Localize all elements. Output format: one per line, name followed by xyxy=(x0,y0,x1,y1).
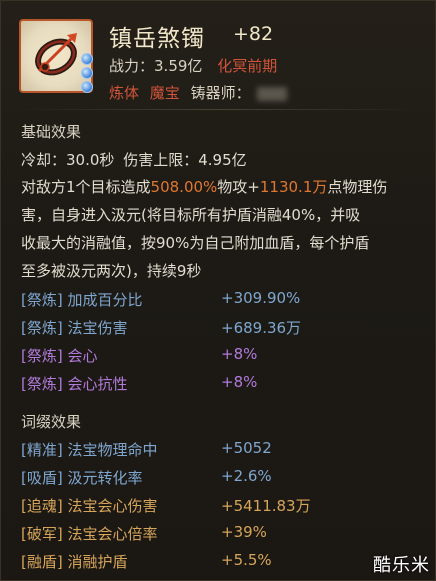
refine-name: 法宝伤害 xyxy=(67,319,128,337)
type-tag-magic: 魔宝 xyxy=(149,84,180,102)
refine-row: [祭炼] 会心抗性 +8% xyxy=(21,373,257,394)
cooldown-value: 30.0秒 xyxy=(66,151,115,169)
refine-tag: [祭炼] xyxy=(21,347,63,365)
affix-row: [破军] 法宝会心倍率 +39% xyxy=(21,523,267,544)
affix-tag: [精准] xyxy=(21,441,63,459)
power-label: 战力： xyxy=(109,57,155,75)
affix-row: [追魂] 法宝会心伤害 +5411.83万 xyxy=(21,495,311,516)
refine-row: [祭炼] 法宝伤害 +689.36万 xyxy=(21,317,301,338)
affix-tag: [破军] xyxy=(21,525,63,543)
skill-desc-line: 收最大的消融值，按90%为自己附加血盾，每个护盾 xyxy=(21,234,370,252)
power-row: 战力：3.59亿 化冥前期 xyxy=(109,55,277,76)
forger-label: 铸器师： xyxy=(190,84,251,102)
refine-tag: [祭炼] xyxy=(21,291,63,309)
affix-name: 消融护盾 xyxy=(67,553,128,571)
bracelet-icon xyxy=(35,33,77,76)
divider xyxy=(13,109,425,110)
affix-name: 汲元转化率 xyxy=(67,469,143,487)
cooldown-line: 冷却：30.0秒 伤害上限：4.95亿 xyxy=(21,149,247,170)
skill-desc-value: 1130.1万 xyxy=(259,178,328,196)
affix-value: +5411.83万 xyxy=(221,497,311,515)
damage-cap-label: 伤害上限： xyxy=(123,151,199,169)
gem-icon xyxy=(81,81,93,93)
forger-name-redacted xyxy=(256,86,287,101)
refine-row: [祭炼] 加成百分比 +309.90% xyxy=(21,289,300,310)
affix-name: 法宝会心伤害 xyxy=(67,497,158,515)
item-level: +82 xyxy=(233,23,274,45)
realm-label: 化冥前期 xyxy=(217,57,278,75)
refine-name: 会心 xyxy=(67,347,98,365)
item-name: 镇岳煞镯 xyxy=(109,26,205,52)
basic-section-title: 基础效果 xyxy=(21,123,82,141)
skill-desc-line: 对敌方1个目标造成508.00%物攻+1130.1万点物理伤 xyxy=(21,176,387,197)
tag-row: 炼体 魔宝 铸器师： xyxy=(109,82,287,103)
refine-value: +8% xyxy=(221,373,258,391)
skill-desc-percent: 508.00% xyxy=(150,178,218,196)
refine-tag: [祭炼] xyxy=(21,319,63,337)
refine-row: [祭炼] 会心 +8% xyxy=(21,345,257,366)
affix-tag: [追魂] xyxy=(21,497,63,515)
affix-value: +5052 xyxy=(221,439,272,457)
skill-desc-text: 对敌方1个目标造成 xyxy=(21,178,151,196)
affix-tag: [吸盾] xyxy=(21,469,63,487)
affix-name: 法宝物理命中 xyxy=(67,441,158,459)
refine-name: 会心抗性 xyxy=(67,375,128,393)
skill-desc-text: 点物理伤 xyxy=(327,178,388,196)
affix-value: +5.5% xyxy=(221,551,272,569)
refine-value: +689.36万 xyxy=(221,319,302,337)
type-tag-body: 炼体 xyxy=(109,84,140,102)
affix-row: [融盾] 消融护盾 +5.5% xyxy=(21,551,272,572)
affix-tag: [融盾] xyxy=(21,553,63,571)
skill-desc-line: 至多被汲元两次)，持续9秒 xyxy=(21,262,202,280)
refine-value: +8% xyxy=(221,345,258,363)
refine-value: +309.90% xyxy=(221,289,301,307)
affix-value: +2.6% xyxy=(221,467,272,485)
cooldown-label: 冷却： xyxy=(21,151,67,169)
affix-row: [吸盾] 汲元转化率 +2.6% xyxy=(21,467,272,488)
item-icon-frame xyxy=(19,19,93,93)
refine-name: 加成百分比 xyxy=(67,291,143,309)
affix-value: +39% xyxy=(221,523,267,541)
item-header: 镇岳煞镯 +82 战力：3.59亿 化冥前期 炼体 魔宝 铸器师： xyxy=(9,7,429,107)
gem-icon xyxy=(81,67,93,79)
gem-icon xyxy=(81,53,93,65)
refine-tag: [祭炼] xyxy=(21,375,63,393)
item-tooltip-panel: 镇岳煞镯 +82 战力：3.59亿 化冥前期 炼体 魔宝 铸器师： 基础效果 冷… xyxy=(0,0,436,581)
site-watermark-logo: 酷乐米 xyxy=(373,555,430,576)
affix-row: [精准] 法宝物理命中 +5052 xyxy=(21,439,272,460)
skill-desc-text: 物攻+ xyxy=(217,178,260,196)
damage-cap-value: 4.95亿 xyxy=(198,151,247,169)
skill-desc-line: 害，自身进入汲元(将目标所有护盾消融40%，并吸 xyxy=(21,206,361,224)
affix-section-title: 词缀效果 xyxy=(21,413,82,431)
power-value: 3.59亿 xyxy=(154,57,203,75)
affix-name: 法宝会心倍率 xyxy=(67,525,158,543)
